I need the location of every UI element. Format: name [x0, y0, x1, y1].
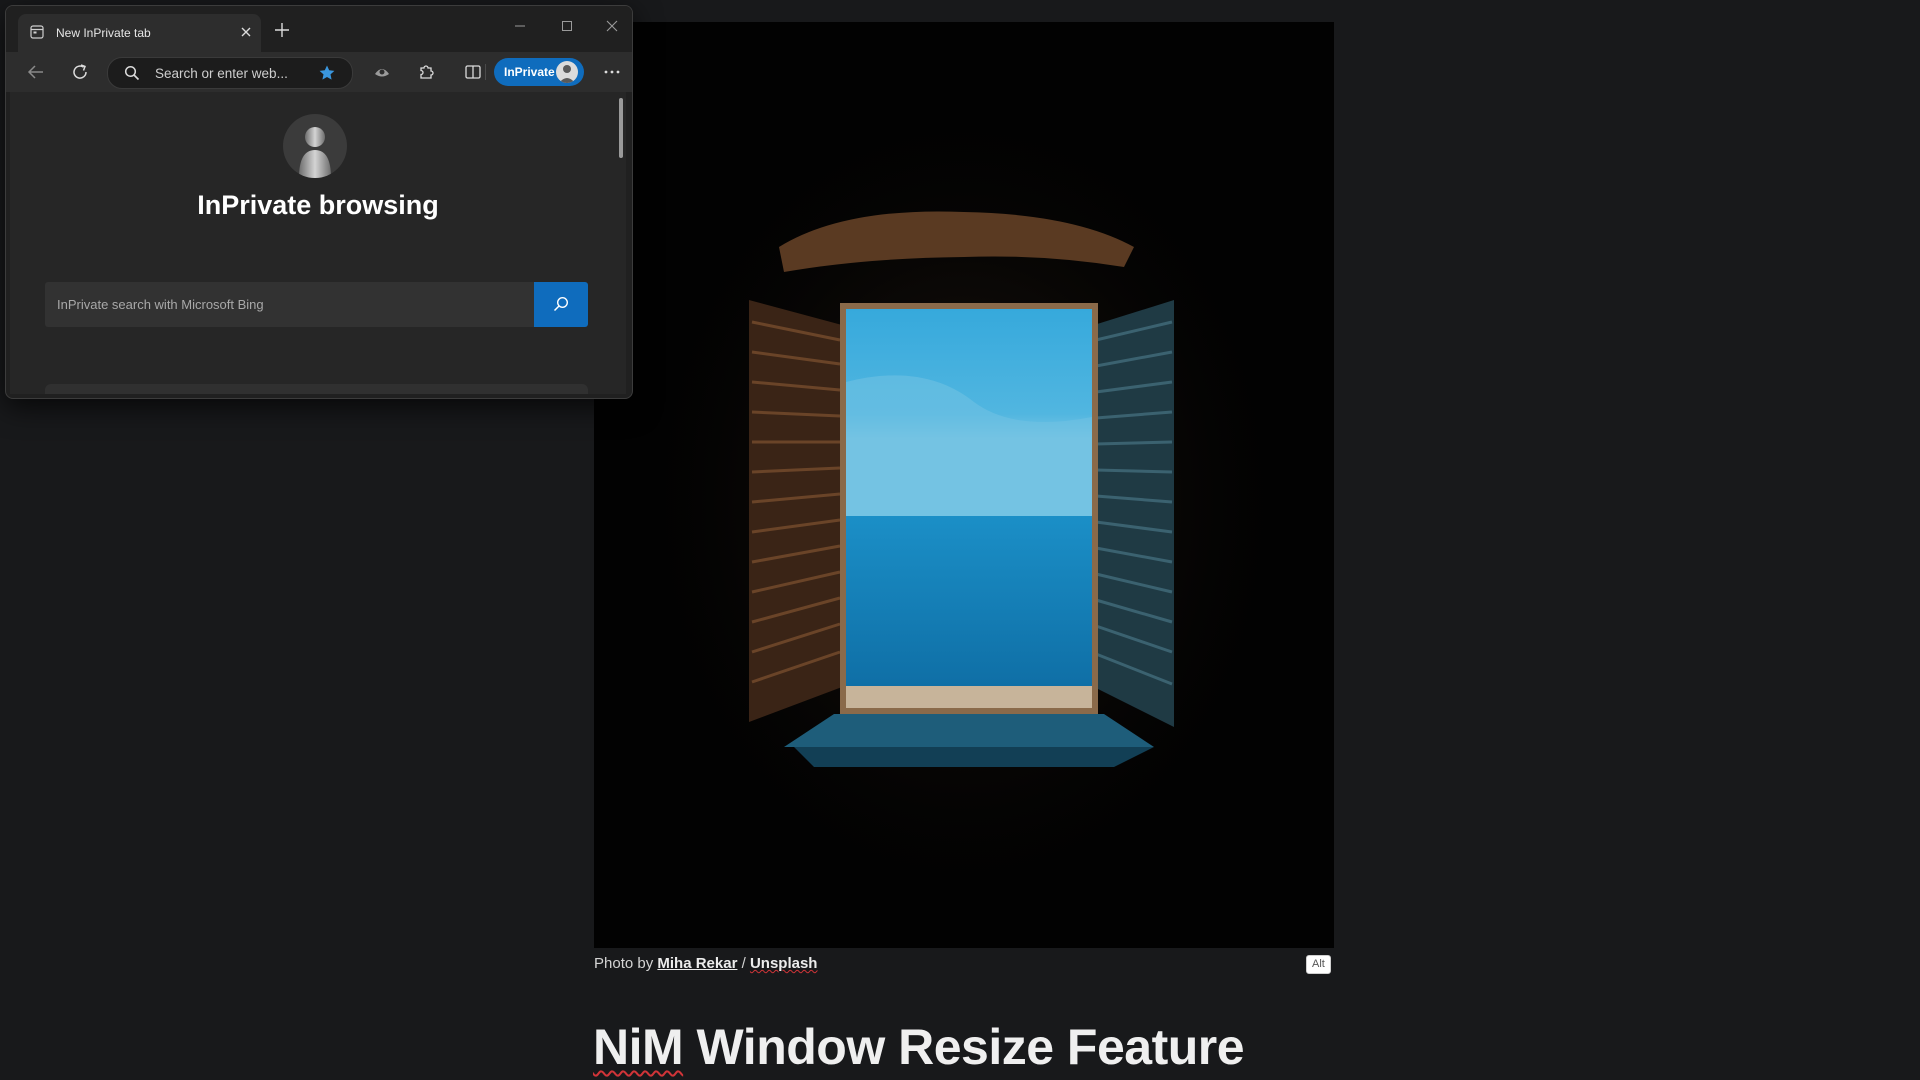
scrollbar[interactable] — [619, 98, 623, 158]
page-title-first-word: NiM — [593, 1019, 684, 1075]
bing-search-placeholder: InPrivate search with Microsoft Bing — [57, 297, 264, 312]
caption-prefix: Photo by — [594, 955, 658, 972]
back-arrow-icon[interactable] — [26, 62, 46, 82]
address-input[interactable]: Search or enter web... — [155, 66, 288, 81]
caption-separator: / — [737, 955, 750, 972]
alt-text-button[interactable]: Alt — [1306, 955, 1331, 974]
tab-title: New InPrivate tab — [56, 26, 151, 40]
person-icon — [299, 127, 331, 178]
source-link[interactable]: Unsplash — [750, 955, 818, 972]
avatar — [556, 61, 578, 83]
close-window-icon[interactable] — [606, 20, 618, 32]
close-icon[interactable] — [240, 26, 252, 38]
maximize-icon[interactable] — [561, 20, 573, 32]
ellipsis-icon[interactable] — [602, 62, 622, 82]
new-tab-page: InPrivate browsing InPrivate search with… — [10, 92, 626, 394]
person-icon — [559, 65, 575, 83]
plus-icon[interactable] — [274, 22, 290, 38]
bing-search-button[interactable] — [534, 282, 588, 327]
article-photo — [594, 22, 1334, 948]
tab-strip: New InPrivate tab — [6, 6, 632, 52]
search-icon — [553, 296, 569, 312]
inprivate-label: InPrivate — [504, 65, 555, 79]
inprivate-profile-button[interactable]: InPrivate — [494, 58, 584, 86]
split-screen-icon[interactable] — [463, 62, 483, 82]
minimize-icon[interactable] — [514, 20, 526, 32]
author-link[interactable]: Miha Rekar — [657, 955, 737, 972]
tab-new-inprivate[interactable]: New InPrivate tab — [18, 14, 261, 52]
bing-search-input[interactable]: InPrivate search with Microsoft Bing — [45, 282, 534, 327]
window-sea-photo — [594, 22, 1334, 948]
search-icon — [124, 65, 140, 81]
toolbar-divider — [485, 64, 486, 80]
photo-caption: Photo by Miha Rekar / Unsplash — [594, 955, 817, 972]
tracking-icon[interactable] — [372, 62, 392, 82]
refresh-icon[interactable] — [70, 62, 90, 82]
content-card — [45, 384, 588, 394]
browser-window: New InPrivate tab Search or enter web...… — [5, 5, 633, 399]
inprivate-page-icon — [30, 25, 44, 39]
inprivate-heading: InPrivate browsing — [197, 190, 439, 220]
page-title: NiM Window Resize Feature — [593, 1018, 1245, 1076]
extensions-puzzle-icon[interactable] — [416, 62, 436, 82]
page-title-rest: Window Resize Feature — [683, 1019, 1245, 1075]
browser-toolbar: Search or enter web... InPrivate — [6, 52, 632, 92]
star-icon[interactable] — [318, 64, 336, 82]
address-bar[interactable]: Search or enter web... — [107, 57, 353, 89]
inprivate-avatar — [283, 114, 347, 178]
